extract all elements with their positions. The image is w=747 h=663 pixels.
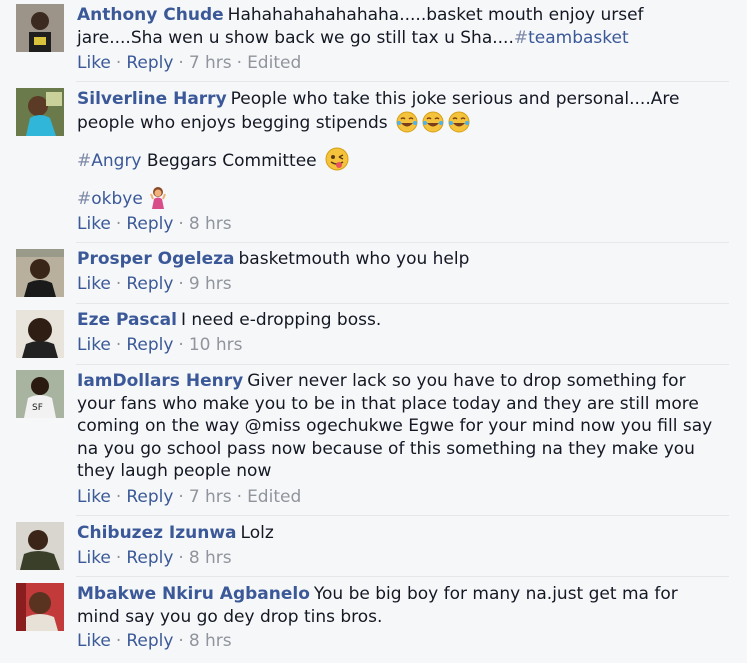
tears-of-joy-icon — [395, 111, 419, 140]
reply-link[interactable]: Reply — [126, 631, 173, 651]
comment-body: Silverline Harry People who take this jok… — [77, 88, 727, 139]
comment-actions: Like · Reply · 8 hrs — [77, 214, 232, 234]
comment-text: Lolz — [240, 523, 274, 543]
like-link[interactable]: Like — [77, 274, 111, 294]
comment-actions: Like · Reply · 7 hrs · Edited — [77, 53, 302, 73]
divider — [76, 81, 729, 82]
comment-author[interactable]: Anthony Chude — [77, 5, 224, 25]
divider — [76, 303, 729, 304]
reply-link[interactable]: Reply — [126, 53, 173, 73]
avatar[interactable] — [16, 249, 64, 297]
comment-body: Anthony Chude Hahahahahahahaha.....basket… — [77, 4, 727, 49]
hashtag-link[interactable]: #Angry — [77, 151, 142, 171]
divider — [76, 364, 729, 365]
like-link[interactable]: Like — [77, 53, 111, 73]
comment-author[interactable]: Eze Pascal — [77, 310, 177, 330]
comment-actions: Like · Reply · 7 hrs · Edited — [77, 487, 302, 507]
comment-body: Eze Pascal I need e-dropping boss. — [77, 309, 727, 332]
like-link[interactable]: Like — [77, 548, 111, 568]
reply-link[interactable]: Reply — [126, 214, 173, 234]
avatar[interactable] — [16, 583, 64, 631]
svg-text:SF: SF — [32, 403, 43, 413]
comment-body: Prosper Ogeleza basketmouth who you help — [77, 248, 727, 271]
timestamp[interactable]: 8 hrs — [189, 631, 232, 651]
avatar[interactable]: SF — [16, 370, 64, 418]
timestamp[interactable]: 7 hrs — [189, 487, 232, 507]
reply-link[interactable]: Reply — [126, 548, 173, 568]
avatar[interactable] — [16, 4, 64, 52]
like-link[interactable]: Like — [77, 631, 111, 651]
timestamp[interactable]: 8 hrs — [189, 214, 232, 234]
comment-text: Beggars Committee — [146, 151, 317, 171]
avatar[interactable] — [16, 88, 64, 136]
avatar[interactable] — [16, 310, 64, 358]
timestamp[interactable]: 10 hrs — [189, 335, 243, 355]
comment-author[interactable]: Silverline Harry — [77, 89, 227, 109]
comment-actions: Like · Reply · 8 hrs — [77, 631, 232, 651]
comment-author[interactable]: Chibuzez Izunwa — [77, 523, 237, 543]
hashtag-link[interactable]: #okbye — [77, 189, 143, 209]
woman-gesturing-icon — [150, 185, 167, 216]
reply-link[interactable]: Reply — [126, 487, 173, 507]
comment-body: Mbakwe Nkiru Agbanelo You be big boy for … — [77, 583, 722, 628]
comment-line: #okbye — [77, 185, 727, 216]
like-link[interactable]: Like — [77, 214, 111, 234]
edited-label[interactable]: Edited — [247, 53, 301, 73]
comment-text: basketmouth who you help — [238, 249, 470, 269]
comment-actions: Like · Reply · 9 hrs — [77, 274, 232, 294]
comment-line: #Angry Beggars Committee — [77, 147, 727, 178]
timestamp[interactable]: 7 hrs — [189, 53, 232, 73]
reply-link[interactable]: Reply — [126, 274, 173, 294]
comment-body: Chibuzez Izunwa Lolz — [77, 522, 727, 545]
avatar[interactable] — [16, 522, 64, 570]
comment-text: I need e-dropping boss. — [180, 310, 382, 330]
comment-author[interactable]: Prosper Ogeleza — [77, 249, 235, 269]
like-link[interactable]: Like — [77, 487, 111, 507]
comment-actions: Like · Reply · 10 hrs — [77, 335, 243, 355]
hashtag-link[interactable]: #teambasket — [514, 28, 629, 48]
divider — [76, 242, 729, 243]
timestamp[interactable]: 9 hrs — [189, 274, 232, 294]
divider — [76, 515, 729, 516]
comment-actions: Like · Reply · 8 hrs — [77, 548, 232, 568]
comment-author[interactable]: IamDollars Henry — [77, 371, 243, 391]
divider — [76, 576, 729, 577]
comment-body: IamDollars Henry Giver never lack so you … — [77, 370, 722, 483]
tears-of-joy-icon — [447, 111, 471, 140]
comment-author[interactable]: Mbakwe Nkiru Agbanelo — [77, 584, 310, 604]
winking-tongue-icon — [324, 147, 350, 178]
reply-link[interactable]: Reply — [126, 335, 173, 355]
edited-label[interactable]: Edited — [247, 487, 301, 507]
tears-of-joy-icon — [421, 111, 445, 140]
timestamp[interactable]: 8 hrs — [189, 548, 232, 568]
like-link[interactable]: Like — [77, 335, 111, 355]
